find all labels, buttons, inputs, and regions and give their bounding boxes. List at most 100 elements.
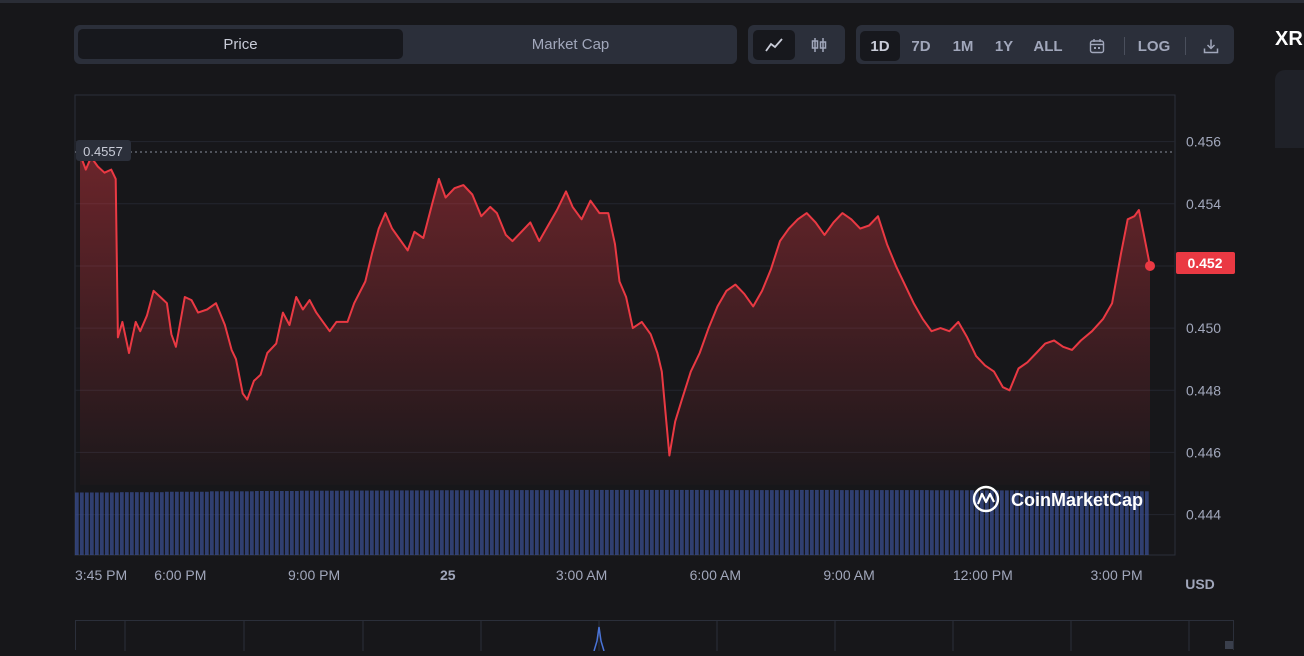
volume-bar <box>775 490 779 555</box>
volume-bar <box>155 492 159 555</box>
x-tick-label: 3:00 AM <box>556 567 607 583</box>
volume-bar <box>780 490 784 555</box>
volume-bar <box>400 490 404 555</box>
volume-bar <box>645 489 649 555</box>
price-chart[interactable]: 0.456 0.454 0.452 0.450 0.448 0.446 0.444 3:45… <box>0 0 1304 600</box>
volume-bar <box>865 490 869 555</box>
volume-bar <box>560 490 564 555</box>
volume-bar <box>275 491 279 555</box>
currency-label: USD <box>1185 576 1215 592</box>
volume-bar <box>720 490 724 555</box>
volume-bar <box>875 490 879 555</box>
volume-bar <box>325 490 329 555</box>
volume-bar <box>525 490 529 555</box>
volume-bar <box>130 492 134 555</box>
volume-bar <box>965 490 969 555</box>
volume-bar <box>430 490 434 555</box>
volume-bar <box>240 491 244 555</box>
volume-bar <box>75 492 79 555</box>
volume-bar <box>955 490 959 555</box>
volume-bar <box>570 489 574 555</box>
volume-bar <box>310 490 314 555</box>
volume-bar <box>790 490 794 555</box>
volume-bar <box>680 489 684 555</box>
volume-bar <box>925 490 929 555</box>
volume-bar <box>545 490 549 555</box>
volume-bar <box>115 492 119 555</box>
volume-bar <box>245 491 249 555</box>
volume-bar <box>650 489 654 555</box>
volume-bar <box>390 490 394 555</box>
volume-bar <box>120 492 124 555</box>
volume-bar <box>880 490 884 555</box>
volume-bar <box>950 490 954 555</box>
volume-bar <box>210 491 214 555</box>
y-tick-label: 0.446 <box>1186 444 1221 460</box>
volume-bar <box>260 491 264 555</box>
volume-bar <box>105 492 109 555</box>
volume-bar <box>630 489 634 555</box>
volume-bar <box>140 492 144 555</box>
volume-bar <box>915 490 919 555</box>
volume-bar <box>640 489 644 555</box>
volume-bar <box>380 490 384 555</box>
volume-bar <box>590 489 594 555</box>
volume-bar <box>795 489 799 555</box>
x-tick-label: 3:00 PM <box>1090 567 1142 583</box>
volume-bar <box>815 489 819 555</box>
volume-bar <box>860 490 864 555</box>
volume-bar <box>940 490 944 555</box>
volume-bar <box>385 490 389 555</box>
volume-bar <box>190 491 194 555</box>
volume-bar <box>770 490 774 555</box>
volume-bar <box>580 489 584 555</box>
x-tick-label: 3:45 PM <box>75 567 127 583</box>
volume-bar <box>755 490 759 555</box>
volume-bar <box>805 489 809 555</box>
volume-bar <box>445 490 449 555</box>
volume-bar <box>895 490 899 555</box>
volume-bar <box>620 489 624 555</box>
volume-bar <box>170 491 174 555</box>
volume-bar <box>180 491 184 555</box>
volume-bar <box>670 489 674 555</box>
volume-bar <box>175 491 179 555</box>
volume-bar <box>725 490 729 555</box>
volume-bar <box>485 490 489 555</box>
volume-bar <box>125 492 129 555</box>
volume-bar <box>315 490 319 555</box>
volume-bar <box>975 490 979 555</box>
x-tick-label: 6:00 AM <box>690 567 741 583</box>
x-tick-label: 25 <box>440 567 456 583</box>
volume-bar <box>135 492 139 555</box>
volume-bar <box>765 490 769 555</box>
volume-bar <box>510 490 514 555</box>
volume-bar <box>500 490 504 555</box>
range-navigator[interactable] <box>75 620 1234 652</box>
navigator-grid <box>124 621 1233 652</box>
volume-bar <box>220 491 224 555</box>
volume-bar <box>80 492 84 555</box>
volume-bar <box>605 489 609 555</box>
volume-bar <box>320 490 324 555</box>
y-tick-label: 0.456 <box>1186 134 1221 150</box>
volume-bar <box>920 490 924 555</box>
volume-bar <box>850 490 854 555</box>
volume-bar <box>255 491 259 555</box>
volume-bar <box>635 489 639 555</box>
volume-bar <box>1145 491 1149 555</box>
volume-bar <box>785 490 789 555</box>
x-tick-label: 6:00 PM <box>154 567 206 583</box>
volume-bar <box>550 490 554 555</box>
y-tick-label: 0.444 <box>1186 507 1221 523</box>
volume-bar <box>110 492 114 555</box>
volume-bar <box>515 490 519 555</box>
volume-bar <box>495 490 499 555</box>
volume-bar <box>665 489 669 555</box>
volume-bar <box>760 490 764 555</box>
volume-bar <box>160 492 164 555</box>
volume-bar <box>285 491 289 555</box>
volume-bar <box>305 490 309 555</box>
volume-bar <box>840 490 844 555</box>
x-tick-label: 9:00 PM <box>288 567 340 583</box>
